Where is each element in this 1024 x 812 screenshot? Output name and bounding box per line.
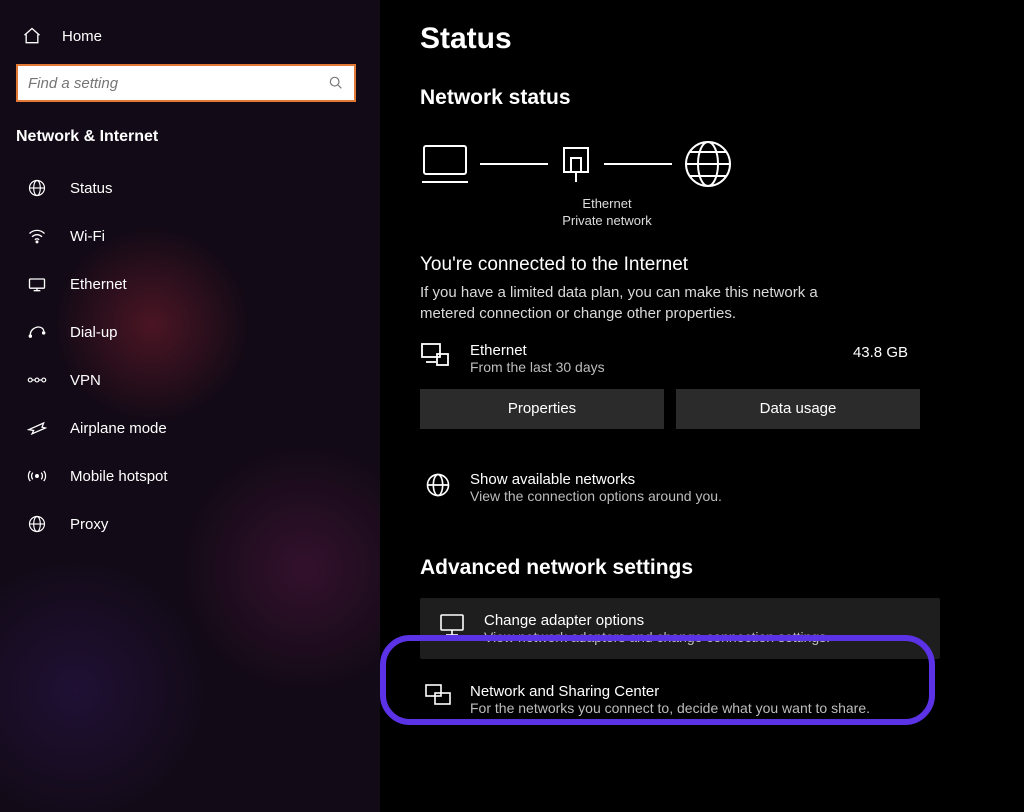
sidebar-item-label: Proxy [70,516,108,533]
search-icon [328,75,344,91]
properties-button[interactable]: Properties [420,389,664,429]
sharing-desc: For the networks you connect to, decide … [470,700,870,716]
diagram-line [604,163,672,165]
sidebar-item-airplane[interactable]: Airplane mode [16,404,364,452]
available-title: Show available networks [470,471,722,488]
usage-row: Ethernet From the last 30 days 43.8 GB [420,342,920,375]
show-available-networks-link[interactable]: Show available networks View the connect… [420,461,940,514]
sidebar-item-proxy[interactable]: Proxy [16,500,364,548]
sidebar-item-label: VPN [70,372,101,389]
network-diagram [420,138,996,190]
adapter-desc: View network adapters and change connect… [484,629,830,645]
diagram-network-type: Private network [552,213,662,230]
search-input-container[interactable] [16,64,356,102]
sidebar-item-label: Mobile hotspot [70,468,168,485]
page-title: Status [420,22,996,56]
sharing-title: Network and Sharing Center [470,683,870,700]
proxy-icon [26,514,48,534]
globe-icon [424,471,452,499]
sidebar-item-status[interactable]: Status [16,164,364,212]
section-title: Network status [420,86,996,110]
diagram-labels: Ethernet Private network [552,196,662,230]
advanced-heading: Advanced network settings [420,556,996,580]
pc-icon [420,142,470,186]
connection-name: Ethernet [470,342,833,359]
data-usage-button[interactable]: Data usage [676,389,920,429]
network-sharing-center-link[interactable]: Network and Sharing Center For the netwo… [420,673,940,726]
home-button[interactable]: Home [16,18,364,64]
adapter-options-icon [438,612,466,638]
sidebar-item-label: Airplane mode [70,420,167,437]
usage-amount: 43.8 GB [853,342,920,361]
sidebar-item-dialup[interactable]: Dial-up [16,308,364,356]
sidebar-item-ethernet[interactable]: Ethernet [16,260,364,308]
hotspot-icon [26,466,48,486]
sidebar-item-vpn[interactable]: VPN [16,356,364,404]
available-desc: View the connection options around you. [470,488,722,504]
sharing-center-icon [424,683,452,709]
home-icon [22,26,42,46]
adapter-icon [420,342,450,370]
usage-period: From the last 30 days [470,359,833,375]
airplane-icon [26,418,48,438]
diagram-line [480,163,548,165]
search-input[interactable] [28,75,328,92]
internet-globe-icon [682,138,734,190]
connected-desc: If you have a limited data plan, you can… [420,282,850,324]
globe-icon [26,178,48,198]
sidebar-item-wifi[interactable]: Wi-Fi [16,212,364,260]
adapter-title: Change adapter options [484,612,830,629]
change-adapter-options-link[interactable]: Change adapter options View network adap… [420,598,940,659]
settings-sidebar: Home Network & Internet Status Wi-Fi Eth… [0,0,380,812]
diagram-device-label: Ethernet [552,196,662,213]
dialup-icon [26,322,48,342]
sidebar-item-label: Status [70,180,113,197]
sidebar-item-label: Wi-Fi [70,228,105,245]
home-label: Home [62,28,102,45]
main-content: Status Network status Ethernet Private n… [380,0,1024,812]
ethernet-icon [26,274,48,294]
sidebar-item-label: Ethernet [70,276,127,293]
sidebar-item-hotspot[interactable]: Mobile hotspot [16,452,364,500]
sidebar-item-label: Dial-up [70,324,118,341]
vpn-icon [26,370,48,390]
router-icon [558,142,594,186]
wifi-icon [26,226,48,246]
connected-title: You're connected to the Internet [420,254,996,276]
category-title: Network & Internet [16,128,364,164]
